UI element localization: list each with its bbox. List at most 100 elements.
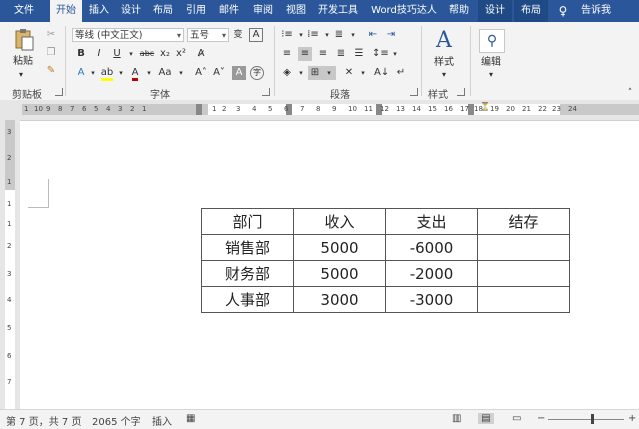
underline-icon[interactable]: U [110,47,124,61]
table-cell[interactable]: 3000 [293,286,386,313]
tab-review[interactable]: 审阅 [248,0,278,22]
font-color-dropdown-icon[interactable]: ▾ [142,66,156,80]
show-marks-icon[interactable]: ↵ [394,66,408,80]
format-painter-icon[interactable]: ✎ [44,64,58,78]
multilevel-list-icon[interactable]: ≣ [332,28,346,42]
highlight-dropdown-icon[interactable]: ▾ [114,66,128,80]
table-cell[interactable] [477,260,570,287]
table-cell[interactable]: -2000 [385,260,478,287]
paste-button[interactable]: 粘贴 [8,55,38,69]
subscript-icon[interactable]: x₂ [158,47,172,61]
tab-table-design[interactable]: 设计 [478,0,512,22]
tab-mailings[interactable]: 邮件 [214,0,244,22]
decrease-indent-icon[interactable]: ⇤ [366,28,380,42]
font-launcher-icon[interactable] [262,88,270,96]
borders-dropdown-icon[interactable]: ▾ [322,66,336,80]
table-cell[interactable]: 5000 [293,260,386,287]
change-case-icon[interactable]: 变 [231,28,245,42]
borders-icon[interactable]: ⊞ [308,66,322,80]
table-cell[interactable]: -6000 [385,234,478,261]
justify-icon[interactable]: ≣ [334,47,348,61]
table-header-cell[interactable]: 收入 [293,208,386,235]
zoom-slider[interactable] [548,419,624,420]
font-color-icon[interactable]: A [128,66,142,81]
vertical-ruler[interactable]: 3 2 1 1 1 2 3 4 5 6 7 [0,120,21,409]
word-count[interactable]: 2065 个字 [92,413,141,428]
chinese-layout-icon[interactable]: ✕ [342,66,356,80]
table-header-cell[interactable]: 结存 [477,208,570,235]
paragraph-launcher-icon[interactable] [410,88,418,96]
insert-mode[interactable]: 插入 [152,413,172,428]
char-shading-icon[interactable]: A [232,66,246,80]
clipboard-launcher-icon[interactable] [55,88,63,96]
table-header-cell[interactable]: 支出 [385,208,478,235]
zoom-out-icon[interactable]: − [537,413,545,424]
table-cell[interactable]: 财务部 [201,260,294,287]
tab-layout[interactable]: 布局 [148,0,178,22]
highlight-icon[interactable]: ab [100,66,114,81]
sort-icon[interactable]: A↓ [374,66,389,80]
tab-table-layout[interactable]: 布局 [514,0,548,22]
table-cell[interactable] [477,286,570,313]
find-icon[interactable]: ⚲ [479,29,505,53]
align-right-icon[interactable]: ≡ [316,47,330,61]
tab-references[interactable]: 引用 [181,0,211,22]
tab-home[interactable]: 开始 [50,0,82,22]
styles-icon[interactable]: A [430,28,458,54]
shading-dropdown-icon[interactable]: ▾ [294,66,308,80]
shrink-font-icon[interactable]: A˅ [212,66,226,80]
cut-icon[interactable]: ✂ [44,28,58,42]
change-case-dropdown-icon[interactable]: ▾ [174,66,188,80]
enclose-char-icon[interactable]: 字 [250,66,264,80]
distributed-icon[interactable]: ☰ [352,47,366,61]
align-left-icon[interactable]: ≡ [280,47,294,61]
zoom-in-icon[interactable]: + [628,413,636,424]
table-header-cell[interactable]: 部门 [201,208,294,235]
paste-icon[interactable] [12,28,36,51]
underline-dropdown-icon[interactable]: ▾ [124,47,138,61]
multilevel-dropdown-icon[interactable]: ▾ [346,28,360,42]
macro-record-icon[interactable]: ▦ [186,413,195,424]
table-cell[interactable] [477,234,570,261]
tab-view[interactable]: 视图 [281,0,311,22]
increase-indent-icon[interactable]: ⇥ [384,28,398,42]
tab-help[interactable]: 帮助 [444,0,474,22]
font-size-select[interactable]: 五号 ▾ [187,28,229,42]
web-layout-icon[interactable]: ▭ [512,413,521,424]
copy-icon[interactable]: ❐ [44,46,58,60]
page-count[interactable]: 第 7 页，共 7 页 [6,413,81,428]
data-table[interactable]: 部门 收入 支出 结存 销售部 5000 -6000 财务部 5000 -200… [201,208,570,313]
print-layout-icon[interactable]: ▤ [478,413,494,424]
styles-dropdown-icon[interactable]: ▾ [438,68,450,82]
tab-design[interactable]: 设计 [116,0,146,22]
bold-icon[interactable]: B [74,47,88,61]
table-cell[interactable]: 5000 [293,234,386,261]
chinese-layout-dropdown-icon[interactable]: ▾ [356,66,370,80]
paste-dropdown-icon[interactable]: ▾ [14,68,28,82]
shading-icon[interactable]: ◈ [280,66,294,80]
tell-me-search[interactable]: 告诉我 [576,0,616,22]
line-spacing-dropdown-icon[interactable]: ▾ [388,47,402,61]
font-name-select[interactable]: 等线 (中文正文) ▾ [72,28,184,42]
superscript-icon[interactable]: x² [174,47,188,61]
styles-launcher-icon[interactable] [457,88,465,96]
tab-file[interactable]: 文件 [4,0,44,22]
italic-icon[interactable]: I [92,47,106,61]
table-cell[interactable]: 人事部 [201,286,294,313]
align-center-icon[interactable]: ≡ [298,47,312,61]
numbering-icon[interactable]: ⁞≡ [306,28,320,42]
bullets-icon[interactable]: ⁝≡ [280,28,294,42]
text-effects-dropdown-icon[interactable]: ▾ [86,66,100,80]
zoom-slider-thumb[interactable] [591,414,594,424]
grow-font-icon[interactable]: A˄ [194,66,208,80]
strikethrough-icon[interactable]: abc [138,47,156,61]
read-mode-icon[interactable]: ▥ [452,413,461,424]
font-size-aa-icon[interactable]: Aa [156,66,174,80]
tab-word-tips[interactable]: Word技巧达人 [366,0,442,22]
editing-dropdown-icon[interactable]: ▾ [485,68,497,82]
tab-developer[interactable]: 开发工具 [314,0,362,22]
tab-insert[interactable]: 插入 [84,0,114,22]
char-border-icon[interactable]: A [249,28,263,42]
line-spacing-icon[interactable]: ↕≡ [372,47,389,61]
collapse-ribbon-icon[interactable]: ˄ [624,86,636,100]
